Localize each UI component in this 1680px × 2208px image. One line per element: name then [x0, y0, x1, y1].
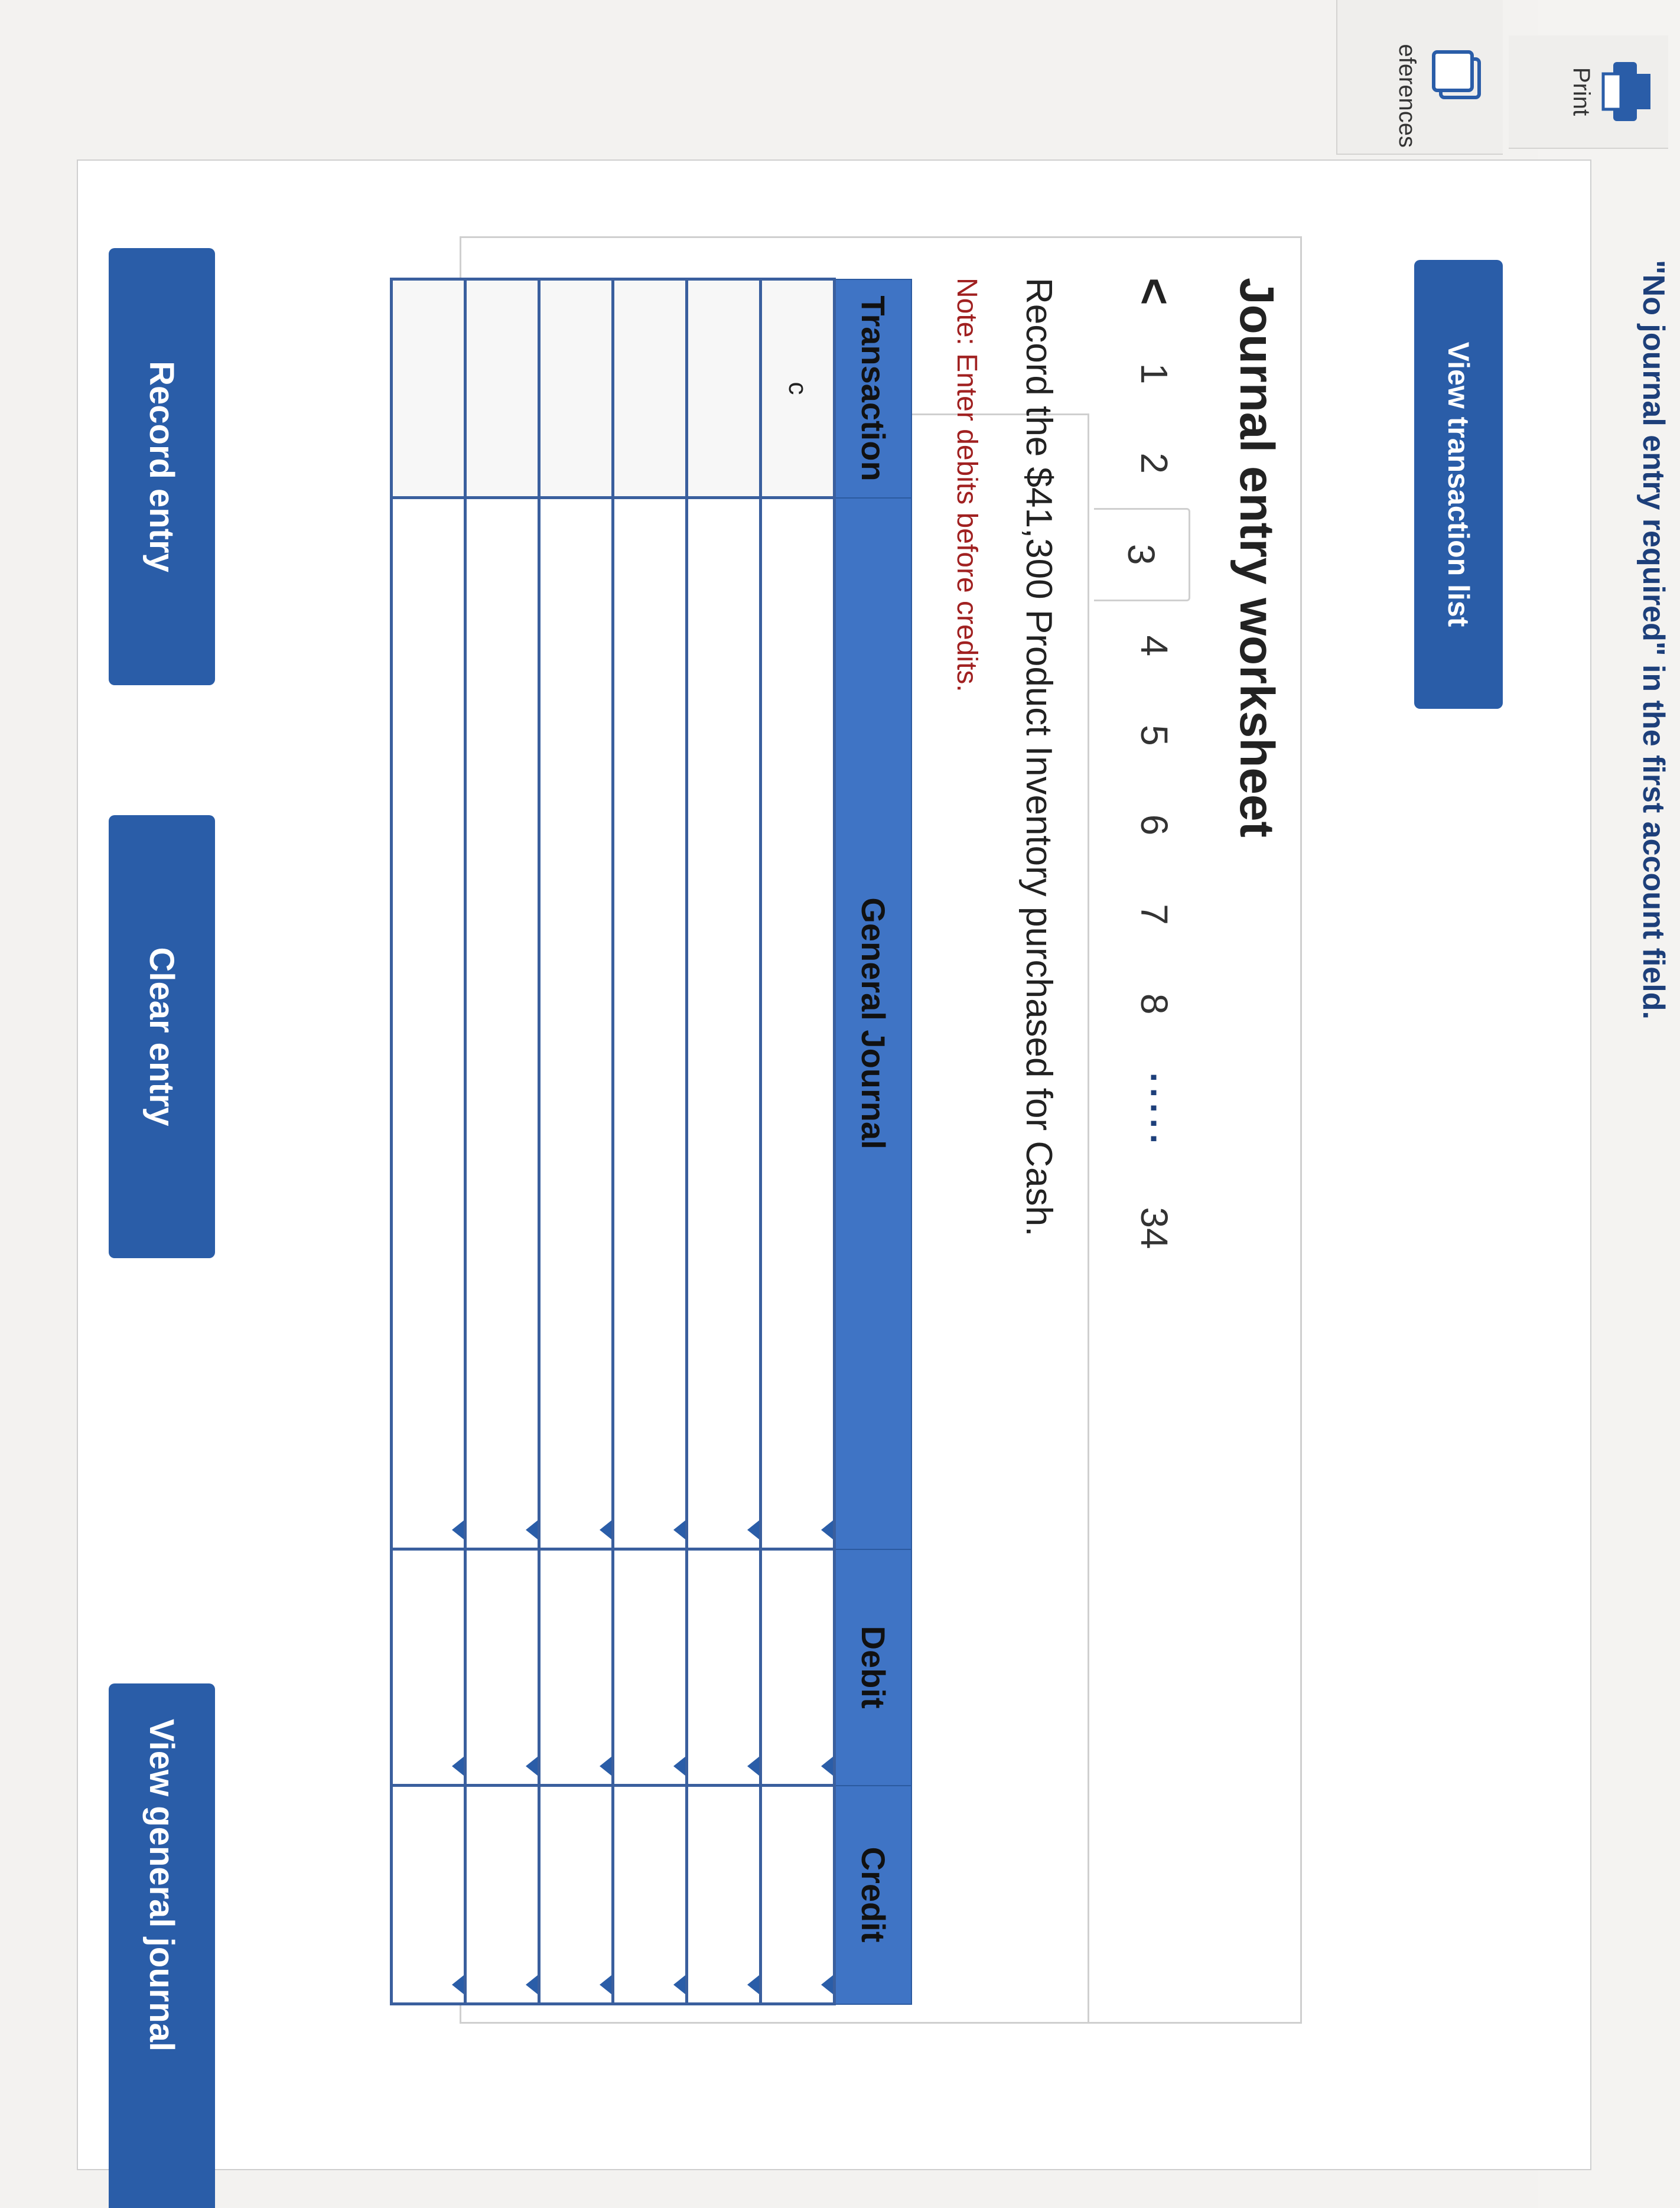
dropdown-arrow-icon[interactable] [673, 1975, 685, 1994]
credit-cell[interactable] [465, 1785, 539, 2005]
tab-4[interactable]: 4 [1107, 601, 1202, 691]
chevron-left-icon[interactable]: < [1107, 278, 1202, 329]
worksheet-title: Journal entry worksheet [1230, 278, 1284, 838]
account-input[interactable] [688, 499, 760, 1550]
transaction-cell [391, 279, 465, 498]
credit-input[interactable] [540, 1787, 612, 2005]
account-select[interactable] [539, 497, 613, 1550]
header-debit: Debit [834, 1549, 911, 1786]
credit-cell[interactable] [760, 1785, 835, 2005]
print-label[interactable]: Print [1568, 41, 1594, 142]
debit-input[interactable] [392, 1551, 464, 1786]
tab-8[interactable]: 8 [1107, 959, 1202, 1049]
tab-6[interactable]: 6 [1107, 780, 1202, 870]
credit-input[interactable] [466, 1787, 538, 2005]
transaction-cell [465, 279, 539, 498]
dropdown-arrow-icon[interactable] [452, 1757, 464, 1776]
credit-input[interactable] [761, 1787, 834, 2005]
debit-cell[interactable] [686, 1549, 761, 1786]
view-transaction-list-button[interactable]: View transaction list [1414, 260, 1503, 709]
header-transaction: Transaction [834, 279, 911, 498]
debit-cell[interactable] [539, 1549, 613, 1786]
dropdown-arrow-icon[interactable] [821, 1757, 833, 1776]
page: Print eferences "No journal entry requir… [0, 0, 1680, 2208]
debit-input[interactable] [466, 1551, 538, 1786]
table-row [465, 279, 539, 2005]
references-label[interactable]: eferences [1394, 0, 1420, 148]
references-icon[interactable] [1426, 41, 1485, 106]
account-input[interactable] [540, 499, 612, 1550]
transaction-cell [539, 279, 613, 498]
tab-1[interactable]: 1 [1107, 329, 1202, 419]
dropdown-arrow-icon[interactable] [747, 1975, 759, 1994]
no-journal-instruction: "No journal entry required" in the first… [1636, 260, 1671, 1020]
header-general-journal: General Journal [834, 497, 911, 1549]
dropdown-arrow-icon[interactable] [673, 1757, 685, 1776]
account-input[interactable] [392, 499, 464, 1550]
credit-input[interactable] [392, 1787, 464, 2005]
journal-table: Transaction General Journal Debit Credit… [390, 278, 912, 2005]
printer-icon[interactable] [1600, 56, 1653, 127]
debit-input[interactable] [540, 1551, 612, 1786]
account-select[interactable] [613, 497, 687, 1550]
account-input[interactable] [614, 499, 686, 1550]
debit-input[interactable] [761, 1551, 834, 1786]
dropdown-arrow-icon[interactable] [821, 1520, 833, 1539]
debit-input[interactable] [614, 1551, 686, 1786]
debit-input[interactable] [688, 1551, 760, 1786]
clear-entry-button[interactable]: Clear entry [109, 815, 215, 1258]
tab-5[interactable]: 5 [1107, 691, 1202, 780]
tab-34[interactable]: 34 [1107, 1173, 1202, 1283]
dropdown-arrow-icon[interactable] [452, 1975, 464, 1994]
table-row [391, 279, 465, 2005]
transaction-cell: c [760, 279, 835, 498]
account-select[interactable] [465, 497, 539, 1550]
credit-cell[interactable] [686, 1785, 761, 2005]
dropdown-arrow-icon[interactable] [526, 1520, 538, 1539]
dropdown-arrow-icon[interactable] [747, 1520, 759, 1539]
table-header-row: Transaction General Journal Debit Credit [834, 279, 911, 2004]
account-select[interactable] [686, 497, 761, 1550]
debit-cell[interactable] [613, 1549, 687, 1786]
record-entry-button[interactable]: Record entry [109, 248, 215, 685]
credit-input[interactable] [688, 1787, 760, 2005]
dropdown-arrow-icon[interactable] [600, 1520, 611, 1539]
credit-cell[interactable] [391, 1785, 465, 2005]
transaction-instruction: Record the $41,300 Product Inventory pur… [1018, 278, 1059, 1237]
table-row [686, 279, 761, 2005]
transaction-cell [686, 279, 761, 498]
note-text: Note: Enter debits before credits. [951, 278, 982, 692]
dropdown-arrow-icon[interactable] [452, 1520, 464, 1539]
credit-cell[interactable] [539, 1785, 613, 2005]
dropdown-arrow-icon[interactable] [600, 1975, 611, 1994]
account-input[interactable] [761, 499, 834, 1550]
tab-2[interactable]: 2 [1107, 418, 1202, 508]
tab-ellipsis: ····· [1134, 1072, 1174, 1149]
table-row [613, 279, 687, 2005]
dropdown-arrow-icon[interactable] [747, 1757, 759, 1776]
account-input[interactable] [466, 499, 538, 1550]
credit-cell[interactable] [613, 1785, 687, 2005]
credit-input[interactable] [614, 1787, 686, 2005]
tab-3[interactable]: 3 [1094, 507, 1191, 601]
dropdown-arrow-icon[interactable] [526, 1757, 538, 1776]
worksheet-tabs: < 1 2 3 4 5 6 7 8 ····· 34 [1094, 278, 1202, 1284]
view-general-journal-button[interactable]: View general journal [109, 1683, 215, 2208]
debit-cell[interactable] [391, 1549, 465, 1786]
debit-cell[interactable] [760, 1549, 835, 1786]
journal-body: c [391, 279, 835, 2005]
account-select[interactable] [760, 497, 835, 1550]
dropdown-arrow-icon[interactable] [821, 1975, 833, 1994]
account-select[interactable] [391, 497, 465, 1550]
tab-7[interactable]: 7 [1107, 869, 1202, 959]
dropdown-arrow-icon[interactable] [600, 1757, 611, 1776]
table-row: c [760, 279, 835, 2005]
table-row [539, 279, 613, 2005]
transaction-cell [613, 279, 687, 498]
dropdown-arrow-icon[interactable] [526, 1975, 538, 1994]
dropdown-arrow-icon[interactable] [673, 1520, 685, 1539]
debit-cell[interactable] [465, 1549, 539, 1786]
header-credit: Credit [834, 1785, 911, 2004]
